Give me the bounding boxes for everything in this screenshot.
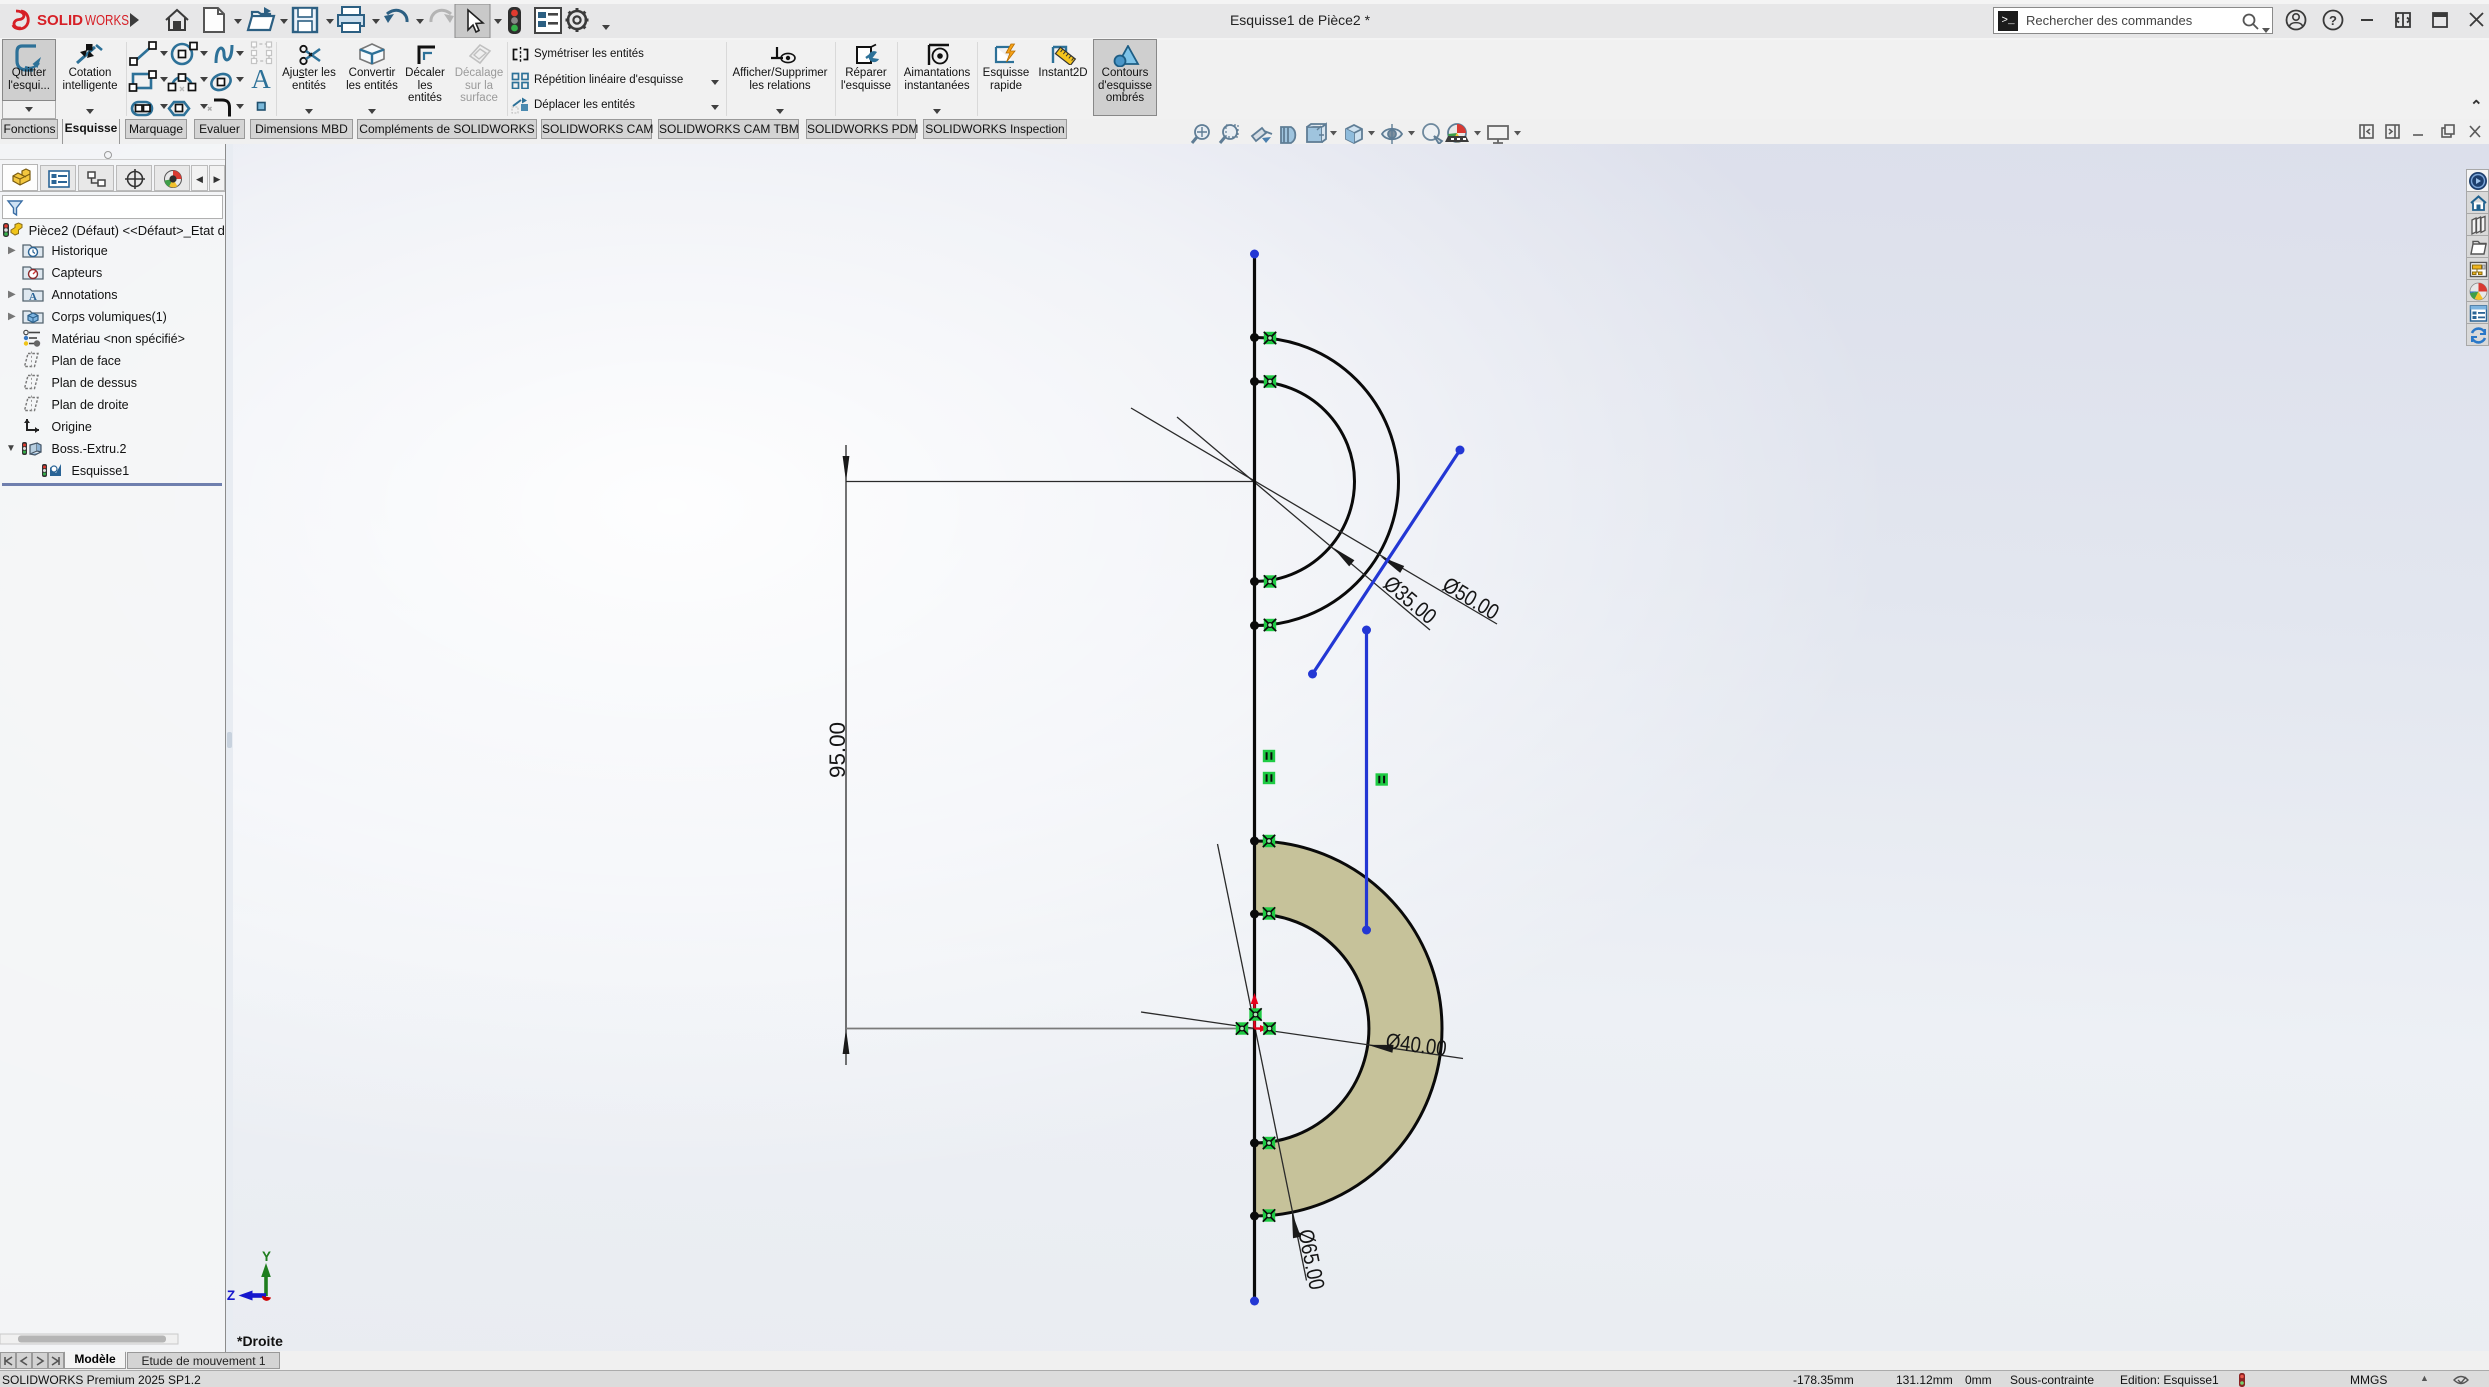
svg-text:A: A [29, 291, 37, 303]
svg-text:Z: Z [227, 1288, 235, 1303]
svg-text:95.00: 95.00 [825, 722, 850, 778]
svg-text:*Droite: *Droite [237, 1333, 283, 1349]
svg-text:Ø35.00: Ø35.00 [1379, 571, 1442, 629]
svg-text:Y: Y [262, 1249, 271, 1264]
svg-text:Ø50.00: Ø50.00 [1438, 572, 1503, 625]
svg-text:Ø65.00: Ø65.00 [1293, 1227, 1330, 1292]
